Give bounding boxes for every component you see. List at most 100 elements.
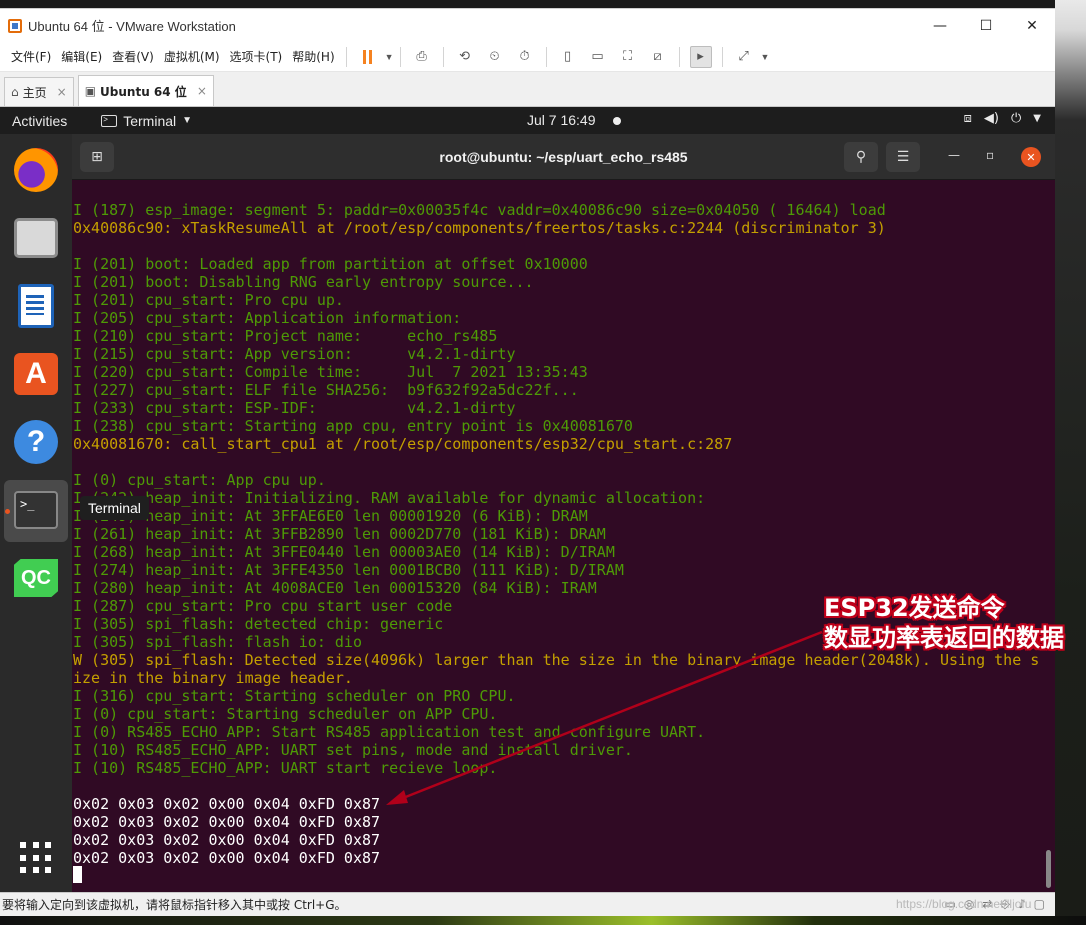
window-title: Ubuntu 64 位 - VMware Workstation [28, 19, 236, 34]
terminal-line: 0x02 0x03 0x02 0x00 0x04 0xFD 0x87 [73, 849, 381, 867]
terminal-line: I (268) heap_init: At 3FFE0440 len 00003… [73, 543, 615, 561]
blog-watermark: https://blog.csdn.net/lljofu [896, 897, 1032, 911]
menu-help[interactable]: 帮助(H) [287, 48, 339, 65]
toolbar-separator [545, 46, 547, 67]
minimize-button[interactable]: — [917, 9, 963, 42]
terminal-line: I (210) cpu_start: Project name: echo_rs… [73, 327, 498, 345]
menu-vm[interactable]: 虚拟机(M) [159, 48, 225, 65]
terminal-scrollbar[interactable] [1046, 850, 1051, 888]
stretch-dropdown-icon[interactable]: ▼ [761, 52, 770, 62]
terminal-line: I (10) RS485_ECHO_APP: UART start reciev… [73, 759, 498, 777]
dock-firefox[interactable] [10, 144, 62, 196]
network-icon: ⧈ [963, 111, 972, 126]
dock-qtcreator[interactable]: QC [10, 552, 62, 604]
tray-caret-icon: ▼ [1033, 113, 1041, 124]
maximize-button[interactable]: ☐ [963, 9, 1009, 42]
firefox-icon [14, 148, 58, 192]
search-button[interactable]: ⚲ [844, 142, 878, 172]
terminal-line: I (201) boot: Loaded app from partition … [73, 255, 588, 273]
snapshot-manager-icon[interactable]: ⏱ [514, 46, 536, 68]
dock-help[interactable]: ? [10, 416, 62, 468]
clock[interactable]: Jul 7 16:49 [527, 112, 596, 128]
terminal-line: ize in the binary image header. [73, 669, 353, 687]
dock-software[interactable]: A [10, 348, 62, 400]
menu-file[interactable]: 文件(F) [6, 48, 56, 65]
dock-tooltip: Terminal [80, 496, 149, 520]
fullscreen-icon[interactable]: ⛶ [617, 46, 639, 68]
pause-dropdown-icon[interactable]: ▼ [385, 52, 394, 62]
terminal-line: I (316) cpu_start: Starting scheduler on… [73, 687, 516, 705]
console-view-icon[interactable]: ▸ [689, 45, 712, 68]
tab-ubuntu[interactable]: ▣ Ubuntu 64 位 × [77, 75, 214, 106]
terminal-line: W (305) spi_flash: Detected size(4096k) … [73, 651, 1040, 669]
toolbar-separator [399, 46, 401, 67]
activities-button[interactable]: Activities [12, 113, 67, 129]
pause-icon [363, 49, 373, 64]
terminal-line: I (201) boot: Disabling RNG early entrop… [73, 273, 534, 291]
dock-files[interactable] [10, 212, 62, 264]
stretch-guest-icon[interactable]: ⤢ [733, 46, 755, 68]
terminal-headerbar: ⊞ root@ubuntu: ~/esp/uart_echo_rs485 ⚲ ☰… [72, 134, 1055, 180]
terminal-line: I (0) cpu_start: Starting scheduler on A… [73, 705, 498, 723]
ubuntu-dock: A ? >_ QC [0, 134, 72, 892]
terminal-line: I (220) cpu_start: Compile time: Jul 7 2… [73, 363, 588, 381]
terminal-line: 0x02 0x03 0x02 0x00 0x04 0xFD 0x87 [73, 795, 381, 813]
terminal-output[interactable]: I (187) esp_image: segment 5: paddr=0x00… [72, 180, 1055, 892]
toolbar-separator [721, 46, 723, 67]
vmware-logo-icon [8, 18, 22, 33]
send-ctrl-alt-del-icon[interactable]: ⎙ [411, 46, 433, 68]
terminal-line: I (0) RS485_ECHO_APP: Start RS485 applic… [73, 723, 706, 741]
terminal-maximize-button[interactable]: ▫ [986, 148, 994, 162]
terminal-line: I (205) cpu_start: Application informati… [73, 309, 462, 327]
tab-home-label: 主页 [22, 85, 47, 100]
libreoffice-writer-icon [18, 284, 54, 328]
dock-writer[interactable] [10, 280, 62, 332]
terminal-icon: >_ [14, 491, 58, 529]
hamburger-icon: ☰ [896, 149, 910, 165]
terminal-line: 0x40081670: call_start_cpu1 at /root/esp… [73, 435, 733, 453]
dock-terminal[interactable]: >_ [10, 484, 62, 536]
terminal-line: I (238) cpu_start: Starting app cpu, ent… [73, 417, 633, 435]
tab-home[interactable]: ⌂ 主页 × [4, 77, 74, 106]
menu-view[interactable]: 查看(V) [107, 48, 159, 65]
menu-tabs[interactable]: 选项卡(T) [225, 48, 288, 65]
terminal-line: 0x02 0x03 0x02 0x00 0x04 0xFD 0x87 [73, 813, 381, 831]
files-icon [14, 218, 58, 258]
status-hint: 要将输入定向到该虚拟机，请将鼠标指针移入其中或按 Ctrl+G。 [2, 898, 347, 912]
app-menu-label: Terminal [123, 112, 177, 129]
display-status-icon[interactable]: ▢ [1034, 897, 1045, 912]
pause-vm-button[interactable] [357, 46, 379, 68]
annotation-line-2: 数显功率表返回的数据 [824, 624, 1064, 652]
terminal-line: I (215) cpu_start: App version: v4.2.1-d… [73, 345, 516, 363]
terminal-line: I (0) cpu_start: App cpu up. [73, 471, 326, 489]
revert-snapshot-icon[interactable]: ⏲ [484, 46, 506, 68]
app-menu-caret-icon: ▼ [182, 115, 193, 126]
terminal-minimize-button[interactable]: — [948, 148, 960, 162]
snapshot-icon[interactable]: ⟲ [454, 46, 476, 68]
vmware-tabbar: ⌂ 主页 × ▣ Ubuntu 64 位 × [0, 72, 1055, 107]
tab-home-close-icon[interactable]: × [57, 85, 67, 99]
terminal-line: I (187) esp_image: segment 5: paddr=0x00… [73, 201, 886, 219]
terminal-line: 0x40086c90: xTaskResumeAll at /root/esp/… [73, 219, 886, 237]
vmware-menubar: 文件(F) 编辑(E) 查看(V) 虚拟机(M) 选项卡(T) 帮助(H) ▼ … [0, 42, 1055, 72]
terminal-close-button[interactable]: ✕ [1021, 147, 1041, 167]
show-apps-icon[interactable] [20, 842, 52, 874]
close-window-button[interactable]: ✕ [1009, 9, 1055, 42]
unity-icon[interactable]: ⧄ [647, 46, 669, 68]
toolbar-separator [442, 46, 444, 67]
qtcreator-icon: QC [14, 559, 58, 597]
terminal-small-icon: > [101, 114, 118, 127]
toolbar-separator [678, 46, 680, 67]
library-view-icon[interactable]: ▯ [557, 46, 579, 68]
thumbnail-view-icon[interactable]: ▭ [587, 46, 609, 68]
close-icon: ✕ [1026, 151, 1036, 164]
terminal-line: I (227) cpu_start: ELF file SHA256: b9f6… [73, 381, 579, 399]
power-icon: ⏻ [1011, 111, 1022, 126]
app-menu[interactable]: > Terminal ▼ [101, 113, 192, 129]
menu-edit[interactable]: 编辑(E) [56, 48, 107, 65]
hamburger-menu-button[interactable]: ☰ [886, 142, 920, 172]
system-tray[interactable]: ⧈ ◀) ⏻ ▼ [964, 111, 1041, 126]
tab-ubuntu-close-icon[interactable]: × [197, 84, 207, 98]
